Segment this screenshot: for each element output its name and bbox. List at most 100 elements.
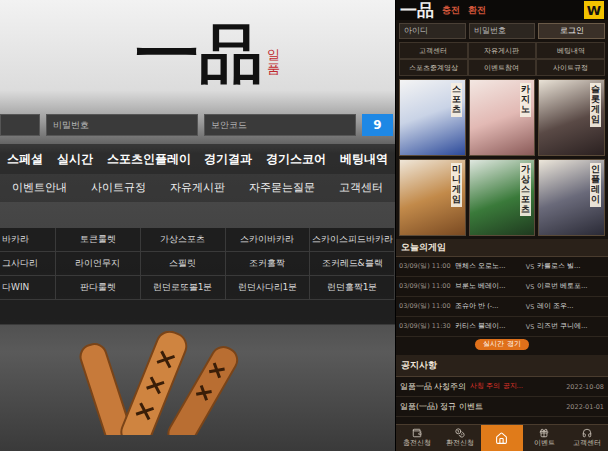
- page: 一品일품비밀번호보안코드9스페셜실시간스포츠인플레이경기결과경기스코어베팅내역이…: [0, 0, 608, 451]
- yut-image: [0, 325, 395, 451]
- sub-nav-item[interactable]: 이벤트안내: [12, 181, 67, 195]
- bottom-nav-item[interactable]: 이벤트: [523, 425, 565, 451]
- game-cell[interactable]: 조커레드&블랙: [310, 252, 395, 275]
- live-row: 실시간 경기: [396, 337, 608, 352]
- w-badge[interactable]: W: [584, 1, 604, 19]
- home-icon: [495, 432, 508, 445]
- menu-item[interactable]: 자유게시판: [468, 42, 537, 59]
- game-tile[interactable]: 미니게임: [399, 159, 466, 236]
- notice-date: 2022-10-08: [566, 383, 604, 391]
- match-date: 03/09(일) 11:30: [399, 322, 455, 331]
- mobile-view: 一品충전환전W아이디비밀번호로그인고객센터자유게시판베팅내역스포츠중계영상이벤트…: [395, 0, 608, 451]
- bottom-nav: 충전신청환전신청 이벤트고객센터: [396, 424, 608, 451]
- game-tile[interactable]: 스포츠: [399, 79, 466, 156]
- main-nav-item[interactable]: 실시간: [57, 152, 93, 167]
- main-nav-item[interactable]: 경기스코어: [266, 152, 326, 167]
- tile-label: 미니게임: [451, 163, 462, 207]
- game-row: 바카라토큰룰렛가상스포츠스카이바카라스카이스피드바카라: [0, 228, 395, 252]
- home-team: 브룬노 베레이…: [455, 282, 523, 291]
- home-team: 맨체스 오로노…: [455, 262, 523, 271]
- tile-label: 인플레이: [590, 163, 601, 207]
- main-nav-item[interactable]: 베팅내역: [340, 152, 388, 167]
- game-cell[interactable]: 가상스포츠: [141, 228, 226, 251]
- desktop-view: 一品일품비밀번호 보안코드 9 스페셜 실시간 스포츠인플레이 경기결과 경기스코어 베팅내역이…: [0, 0, 395, 451]
- login-field[interactable]: 비밀번호: [46, 114, 198, 136]
- tile-label: 슬롯게임: [590, 83, 601, 127]
- away-team: 카를로스 빌…: [537, 262, 605, 271]
- game-cell[interactable]: 런던로또볼1분: [141, 276, 226, 299]
- game-tile[interactable]: 슬롯게임: [538, 79, 605, 156]
- away-team: 이르번 베토포…: [537, 282, 605, 291]
- menu-item[interactable]: 사이트규정: [536, 59, 605, 76]
- notice-date: 2022-01-01: [566, 403, 604, 411]
- vs-label: VS: [523, 263, 537, 271]
- game-table: 바카라토큰룰렛가상스포츠스카이바카라스카이스피드바카라그사다리라이언무지스필릿조…: [0, 228, 395, 325]
- sub-nav-item[interactable]: 사이트규정: [91, 181, 146, 195]
- away-team: 레이 조우…: [537, 302, 605, 311]
- bottom-nav-item[interactable]: 고객센터: [566, 425, 608, 451]
- game-cell[interactable]: 조커홀짝: [226, 252, 311, 275]
- top-bar: 一品 충전 환전 W: [396, 0, 608, 20]
- logo-sub: 일품: [267, 48, 280, 77]
- login-button[interactable]: 9: [362, 114, 393, 136]
- login-field[interactable]: 비밀번호: [469, 23, 536, 39]
- menu-item[interactable]: 이벤트참여: [468, 59, 537, 76]
- bottom-nav-item[interactable]: 환전신청: [438, 425, 480, 451]
- sub-nav-item[interactable]: 고객센터: [339, 181, 383, 195]
- main-nav-item[interactable]: 경기결과: [204, 152, 252, 167]
- headset-icon: [582, 428, 592, 438]
- game-tile[interactable]: 가상스포츠: [469, 159, 536, 236]
- login-button[interactable]: 로그인: [538, 23, 605, 39]
- bottom-nav-item[interactable]: 충전신청: [396, 425, 438, 451]
- main-nav-item[interactable]: 스페셜: [7, 152, 43, 167]
- wallet-icon: [412, 428, 422, 438]
- vs-label: VS: [523, 303, 537, 311]
- yut-sticks-icon: [70, 331, 240, 435]
- game-cell[interactable]: 라이언무지: [56, 252, 141, 275]
- notice-row[interactable]: 일품(一品) 정규 이벤트2022-01-01: [396, 397, 608, 417]
- menu-item[interactable]: 스포츠중계영상: [399, 59, 468, 76]
- match-date: 03/09(일) 11:00: [399, 302, 455, 311]
- mobile-menu: 고객센터자유게시판베팅내역스포츠중계영상이벤트참여사이트규정: [396, 42, 608, 76]
- game-cell[interactable]: 런던사다리1분: [226, 276, 311, 299]
- mobile-logo[interactable]: 一品: [400, 2, 434, 19]
- game-cell[interactable]: 스필릿: [141, 252, 226, 275]
- home-team: 조슈아 반 (-…: [455, 302, 523, 311]
- game-cell[interactable]: 바카라: [0, 228, 56, 251]
- login-field[interactable]: 보안코드: [204, 114, 356, 136]
- home-team: 커티스 블레이…: [455, 322, 523, 331]
- top-link[interactable]: 환전: [468, 4, 486, 17]
- sub-nav-item[interactable]: 자주묻는질문: [249, 181, 315, 195]
- game-cell[interactable]: 스카이스피드바카라: [310, 228, 395, 251]
- match-row[interactable]: 03/09(일) 11:30커티스 블레이…VS리즈번 쿠니에…: [396, 317, 608, 337]
- live-button[interactable]: 실시간 경기: [475, 339, 528, 350]
- login-row: 비밀번호 보안코드 9: [0, 110, 395, 136]
- match-date: 03/09(일) 11:00: [399, 282, 455, 291]
- logo[interactable]: 一品일품: [0, 0, 395, 110]
- game-cell[interactable]: 런던홀짝1분: [310, 276, 395, 299]
- game-cell[interactable]: 토큰룰렛: [56, 228, 141, 251]
- game-cell[interactable]: 다WIN: [0, 276, 56, 299]
- notice-title: 공지사항: [396, 355, 608, 377]
- menu-item[interactable]: 베팅내역: [536, 42, 605, 59]
- gift-icon: [539, 428, 549, 438]
- home-button[interactable]: [481, 425, 523, 451]
- main-nav-item[interactable]: 스포츠인플레이: [107, 152, 191, 167]
- game-row: 다WIN판다룰렛런던로또볼1분런던사다리1분런던홀짝1분: [0, 276, 395, 300]
- sub-nav-item[interactable]: 자유게시판: [170, 181, 225, 195]
- game-cell[interactable]: 그사다리: [0, 252, 56, 275]
- login-field[interactable]: 아이디: [399, 23, 466, 39]
- today-title: 오늘의게임: [396, 239, 608, 257]
- game-cell[interactable]: 스카이바카라: [226, 228, 311, 251]
- match-row[interactable]: 03/09(일) 11:00브룬노 베레이…VS이르번 베토포…: [396, 277, 608, 297]
- match-date: 03/09(일) 11:00: [399, 262, 455, 271]
- game-tile[interactable]: 카지노: [469, 79, 536, 156]
- game-cell[interactable]: 판다룰렛: [56, 276, 141, 299]
- match-row[interactable]: 03/09(일) 11:00맨체스 오로노…VS카를로스 빌…: [396, 257, 608, 277]
- match-row[interactable]: 03/09(일) 11:00조슈아 반 (-…VS레이 조우…: [396, 297, 608, 317]
- game-tile[interactable]: 인플레이: [538, 159, 605, 236]
- notice-row[interactable]: 일품一品 사칭주의사칭 주의 공지…2022-10-08: [396, 377, 608, 397]
- menu-item[interactable]: 고객센터: [399, 42, 468, 59]
- top-link[interactable]: 충전: [442, 4, 460, 17]
- id-field[interactable]: [0, 114, 40, 136]
